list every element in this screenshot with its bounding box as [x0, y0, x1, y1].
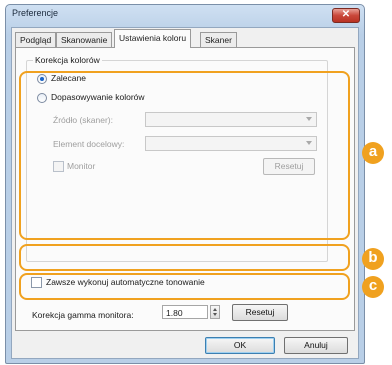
callout-c-badge: c — [362, 276, 384, 298]
callout-b-badge: b — [362, 248, 384, 270]
gamma-label: Korekcja gamma monitora: — [32, 310, 134, 320]
close-icon: ✕ — [341, 9, 351, 20]
gamma-input[interactable]: 1.80 — [162, 305, 208, 319]
callout-b-frame — [19, 244, 350, 271]
group-title: Korekcja kolorów — [33, 55, 102, 65]
window-title: Preferencje — [12, 8, 59, 18]
cancel-button[interactable]: Anuluj — [284, 337, 348, 354]
arrow-down-icon — [213, 313, 217, 316]
tab-color-settings[interactable]: Ustawienia koloru — [114, 29, 192, 48]
close-button[interactable]: ✕ — [332, 8, 360, 23]
callout-a-badge: a — [362, 142, 384, 164]
callout-a-frame — [19, 71, 350, 240]
ok-button[interactable]: OK — [205, 337, 275, 354]
callout-c-frame — [19, 273, 350, 300]
tab-scanner[interactable]: Skaner — [200, 32, 237, 47]
tab-preview[interactable]: Podgląd — [15, 32, 57, 47]
gamma-stepper[interactable] — [210, 305, 220, 319]
gamma-reset-button[interactable]: Resetuj — [232, 304, 288, 321]
arrow-up-icon — [213, 308, 217, 311]
tab-scanning[interactable]: Skanowanie — [56, 32, 113, 47]
